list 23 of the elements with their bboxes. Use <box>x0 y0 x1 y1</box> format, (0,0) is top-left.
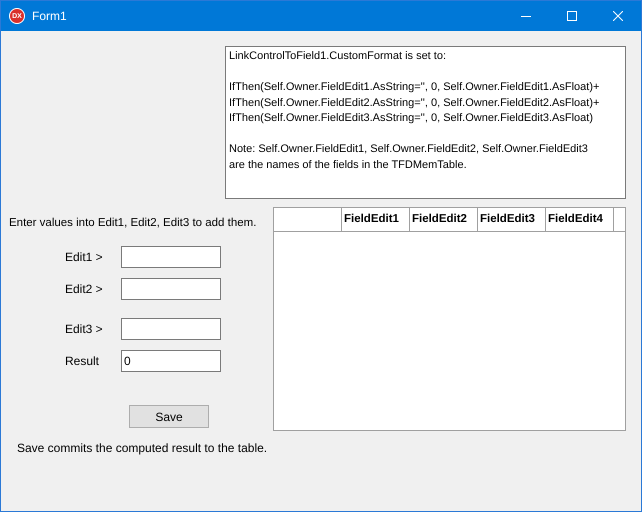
column-header[interactable]: FieldEdit4 <box>546 208 614 231</box>
save-button[interactable]: Save <box>129 405 209 428</box>
field-label: Result <box>65 353 100 370</box>
input-field[interactable] <box>121 318 221 340</box>
input-field[interactable]: 0 <box>121 350 221 372</box>
instruction-text: Enter values into Edit1, Edit2, Edit3 to add them. <box>9 216 258 231</box>
column-header[interactable]: FieldEdit2 <box>410 208 478 231</box>
memo-text: LinkControlToField1.CustomFormat is set to: <box>229 49 448 64</box>
input-field[interactable] <box>121 246 221 268</box>
input-field[interactable] <box>121 278 221 300</box>
data-grid[interactable]: FieldEdit1 FieldEdit2 FieldEdit3 FieldEdit4 <box>273 207 626 431</box>
field-label: Edit2 > <box>65 281 104 298</box>
window-title: Form1 <box>32 8 67 25</box>
column-header[interactable]: FieldEdit3 <box>478 208 546 231</box>
close-icon <box>613 11 623 21</box>
footer-note: Save commits the computed result to the table. <box>17 440 268 458</box>
field-label: Edit1 > <box>65 249 104 266</box>
memo-box[interactable] <box>225 46 626 199</box>
column-header[interactable]: FieldEdit1 <box>342 208 410 231</box>
memo-text: IfThen(Self.Owner.FieldEdit1.AsString='', 0, Self.Owner.FieldEdit1.AsFloat)+ IfThen(Self.Owner.FieldEdit2.AsString='', 0, Self.Owner.FieldEdit2.AsFloat)+ IfThen(Self.Owner.FieldEdit3.AsString='', 0, Self.Owner.FieldEdit3.AsFloat) <box>229 80 600 126</box>
memo-text: Note: Self.Owner.FieldEdit1, Self.Owner.FieldEdit2, Self.Owner.FieldEdit3 are the names of the fields in the TFDMemTable. <box>229 142 589 172</box>
maximize-icon <box>567 11 577 21</box>
field-label: Edit3 > <box>65 321 104 338</box>
